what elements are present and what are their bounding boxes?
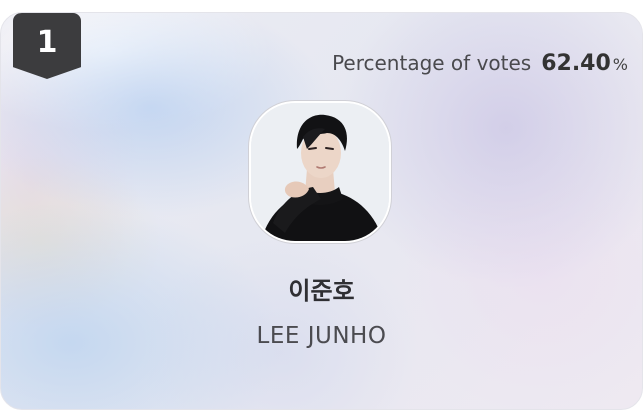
rank-number: 1 — [36, 25, 58, 60]
vote-percentage-unit: % — [612, 55, 628, 74]
vote-percentage-label: Percentage of votes — [332, 51, 532, 75]
rank-badge: 1 — [13, 13, 81, 79]
vote-result-card: 1 Percentage of votes 62.40 % 이준호 LEE JU… — [0, 12, 643, 410]
vote-percentage: Percentage of votes 62.40 % — [332, 51, 628, 76]
artist-avatar — [251, 103, 389, 241]
artist-name-english: LEE JUNHO — [256, 323, 387, 349]
vote-percentage-value: 62.40 — [541, 51, 611, 76]
artist-portrait-image — [251, 103, 389, 241]
artist-name-korean: 이준호 — [288, 277, 355, 305]
